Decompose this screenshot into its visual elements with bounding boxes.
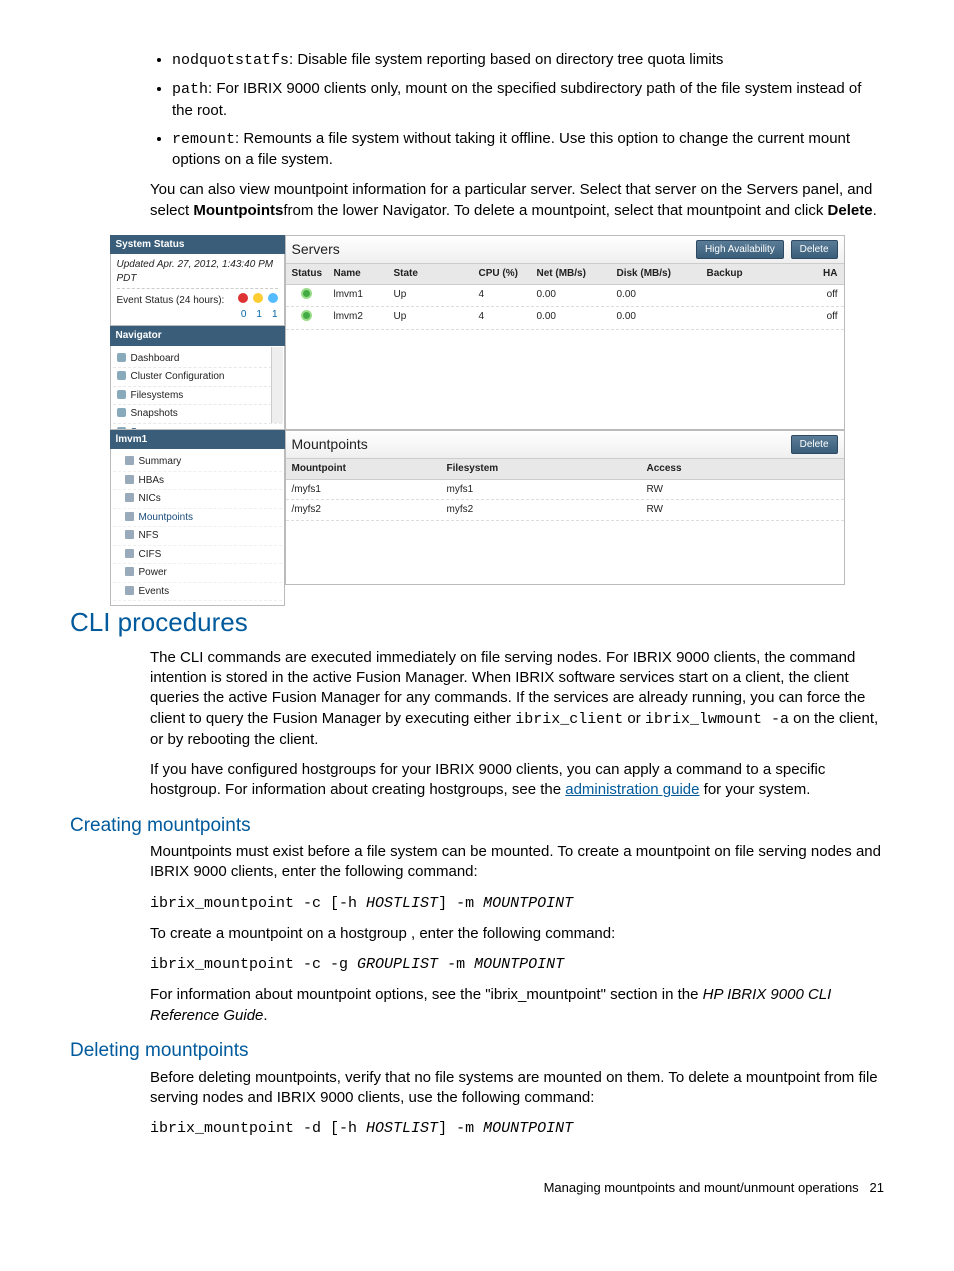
high-availability-button[interactable]: High Availability	[696, 240, 784, 260]
create-p1: Mountpoints must exist before a file sys…	[150, 842, 884, 883]
nav-dashboard[interactable]: Dashboard	[113, 350, 282, 369]
subnav-hbas[interactable]: HBAs	[113, 472, 282, 491]
heading-creating-mountpoints: Creating mountpoints	[70, 813, 884, 839]
heading-deleting-mountpoints: Deleting mountpoints	[70, 1038, 884, 1064]
nav-snapshots[interactable]: Snapshots	[113, 405, 282, 424]
administration-guide-link[interactable]: administration guide	[565, 781, 699, 798]
status-ok-icon	[301, 310, 312, 321]
subnav-nics[interactable]: NICs	[113, 490, 282, 509]
cli-paragraph-1: The CLI commands are executed immediatel…	[150, 648, 884, 750]
mountpoints-columns: Mountpoint Filesystem Access	[286, 459, 844, 480]
system-status-header: System Status	[110, 235, 285, 255]
page-number: 21	[870, 1180, 884, 1195]
create-p3: For information about mountpoint options…	[150, 985, 884, 1026]
code: nodquotstatfs	[172, 52, 289, 69]
bullet-item: nodquotstatfs: Disable file system repor…	[172, 50, 884, 71]
create-p2: To create a mountpoint on a hostgroup , …	[150, 924, 884, 944]
servers-panel-title: Servers High Availability Delete	[286, 236, 844, 265]
server-row[interactable]: lmvm2 Up 4 0.00 0.00 off	[286, 307, 844, 330]
delete-p1: Before deleting mountpoints, verify that…	[150, 1068, 884, 1109]
nav-servers[interactable]: Servers	[113, 424, 282, 430]
status-ok-icon	[301, 288, 312, 299]
heading-cli-procedures: CLI procedures	[70, 605, 884, 640]
nav-filesystems[interactable]: Filesystems	[113, 387, 282, 406]
mountpoint-row[interactable]: /myfs1 myfs1 RW	[286, 480, 844, 501]
navigator-list: Dashboard Cluster Configuration Filesyst…	[110, 346, 285, 430]
bullet-section: nodquotstatfs: Disable file system repor…	[150, 50, 884, 221]
mountpoints-panel-title: Mountpoints Delete	[286, 431, 844, 460]
navigator-header: Navigator	[110, 326, 285, 346]
intro-paragraph: You can also view mountpoint information…	[150, 180, 884, 221]
status-updated: Updated Apr. 27, 2012, 1:43:40 PM PDT	[117, 258, 278, 289]
server-row[interactable]: lmvm1 Up 4 0.00 0.00 off	[286, 285, 844, 308]
bullet-item: path: For IBRIX 9000 clients only, mount…	[172, 79, 884, 121]
bullet-item: remount: Remounts a file system without …	[172, 129, 884, 171]
create-cmd2: ibrix_mountpoint -c -g GROUPLIST -m MOUN…	[150, 954, 884, 975]
delete-button[interactable]: Delete	[791, 435, 838, 455]
warn-icon	[253, 293, 263, 303]
subnav-mountpoints[interactable]: Mountpoints	[113, 509, 282, 528]
info-icon	[268, 293, 278, 303]
bullet-list: nodquotstatfs: Disable file system repor…	[150, 50, 884, 170]
subnav-cifs[interactable]: CIFS	[113, 546, 282, 565]
cli-paragraph-2: If you have configured hostgroups for yo…	[150, 760, 884, 801]
code: path	[172, 81, 208, 98]
delete-button[interactable]: Delete	[791, 240, 838, 260]
mountpoint-row[interactable]: /myfs2 myfs2 RW	[286, 500, 844, 521]
servers-body: lmvm1 Up 4 0.00 0.00 off lmvm2 Up 4 0.00…	[286, 285, 844, 429]
nav-cluster-config[interactable]: Cluster Configuration	[113, 368, 282, 387]
create-cmd1: ibrix_mountpoint -c [-h HOSTLIST] -m MOU…	[150, 893, 884, 914]
delete-cmd: ibrix_mountpoint -d [-h HOSTLIST] -m MOU…	[150, 1118, 884, 1139]
page-footer: Managing mountpoints and mount/unmount o…	[70, 1179, 884, 1197]
event-status-row: Event Status (24 hours):	[117, 293, 278, 308]
server-selected-header: lmvm1	[110, 430, 285, 450]
subnav-events[interactable]: Events	[113, 583, 282, 602]
code: remount	[172, 131, 235, 148]
subnav-power[interactable]: Power	[113, 564, 282, 583]
scrollbar[interactable]	[271, 347, 283, 423]
subnav-summary[interactable]: Summary	[113, 453, 282, 472]
error-icon	[238, 293, 248, 303]
servers-columns: Status Name State CPU (%) Net (MB/s) Dis…	[286, 264, 844, 285]
subnav-nfs[interactable]: NFS	[113, 527, 282, 546]
gui-screenshot: System Status Updated Apr. 27, 2012, 1:4…	[110, 235, 845, 585]
sub-navigator: Summary HBAs NICs Mountpoints NFS CIFS P…	[110, 449, 285, 606]
